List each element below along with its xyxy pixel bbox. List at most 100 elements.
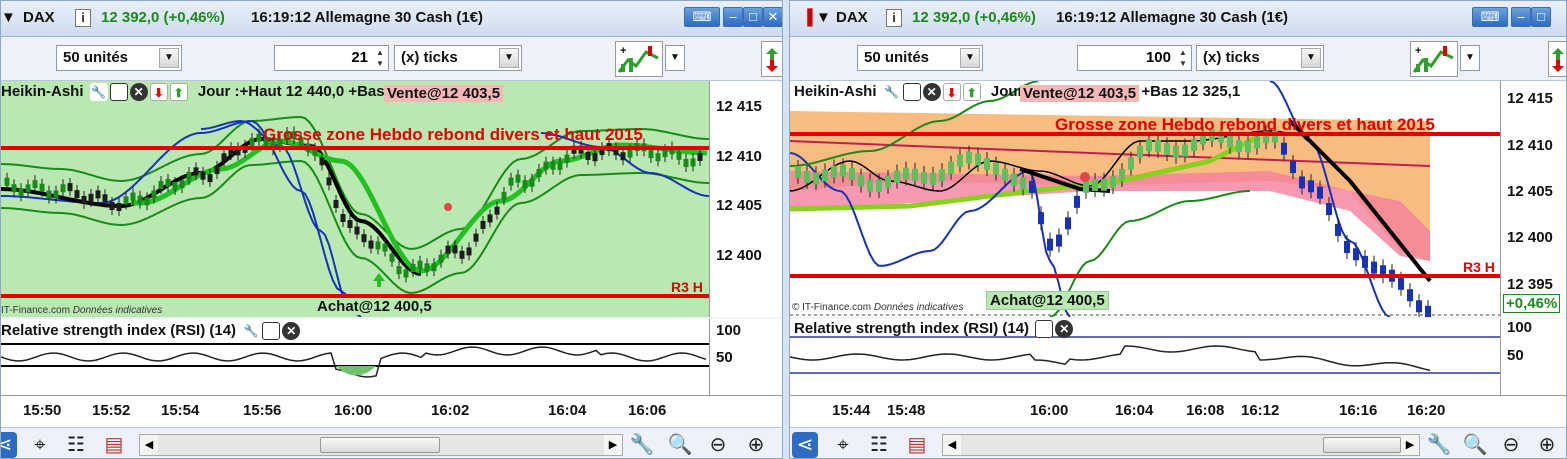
chevron-down-icon[interactable]: ▼ (1301, 48, 1321, 68)
arrow-down-icon[interactable]: ⬇ (149, 83, 168, 102)
bottom-toolbar: ⋖ ⌖ ☷ ▤ ◀ ▶ 🔧 🔍 ⊖ ⊕ (1, 427, 782, 458)
window-icon[interactable] (109, 83, 128, 102)
chevron-down-icon[interactable]: ▼ (499, 48, 519, 68)
time-tick: 15:44 (832, 402, 871, 419)
chart-tools-icon[interactable]: + (1410, 41, 1458, 77)
remove-icon[interactable]: ✕ (129, 83, 148, 102)
candle-body (256, 133, 262, 142)
candle-body (340, 214, 346, 223)
time-axis[interactable]: 15:50 15:52 15:54 15:56 16:00 16:02 16:0… (1, 395, 782, 427)
price-tick: 12 410 (1507, 137, 1553, 154)
keyboard-icon[interactable]: ⌨ (684, 7, 720, 27)
arrow-up-icon[interactable]: ⬆ (962, 83, 981, 102)
wrench-icon[interactable]: 🔧 (882, 83, 901, 102)
sync-icon[interactable] (1548, 41, 1566, 77)
arrow-up-icon[interactable]: ⬆ (169, 83, 188, 102)
list-icon[interactable]: ☷ (866, 432, 892, 458)
ticks-unit-select[interactable]: (x) ticks ▼ (394, 45, 522, 71)
chart-tools-icon[interactable]: + (615, 41, 663, 77)
share-icon[interactable]: ⋖ (1, 432, 17, 458)
zoom-in-icon[interactable]: ⊕ (743, 432, 769, 458)
candle-body (676, 151, 682, 160)
chevron-down-icon[interactable]: ▼ (665, 45, 685, 71)
wrench-icon[interactable]: 🔧 (242, 322, 261, 341)
list-icon[interactable]: ☷ (63, 432, 89, 458)
minimize-icon[interactable]: – (1511, 7, 1531, 27)
zoom-out-icon[interactable]: ⊖ (1498, 432, 1524, 458)
indicators-icon[interactable]: ▤ (101, 432, 127, 458)
scroll-left-icon[interactable]: ◀ (140, 435, 158, 455)
zoom-in-icon[interactable]: ⊕ (1534, 432, 1560, 458)
candle-body (11, 184, 17, 193)
horizontal-scrollbar[interactable]: ◀ ▶ (942, 434, 1420, 456)
zoom-fit-icon[interactable]: 🔍 (1462, 432, 1488, 458)
candle-body (648, 150, 654, 159)
info-icon[interactable]: i (75, 9, 91, 27)
candle-body (1353, 248, 1359, 261)
rsi-oversold-fill (336, 366, 376, 376)
ticks-unit-select[interactable]: (x) ticks ▼ (1196, 45, 1324, 71)
arrow-down-icon[interactable]: ⬇ (942, 83, 961, 102)
price-axis[interactable]: 12 415 12 410 12 405 12 400 (709, 81, 782, 317)
candle-body (529, 178, 535, 187)
share-icon[interactable]: ⋖ (792, 432, 818, 458)
candle-body (60, 184, 66, 193)
maximize-icon[interactable]: □ (1531, 7, 1551, 27)
candle-body (557, 161, 563, 170)
chevron-down-icon[interactable]: ▼ (960, 48, 980, 68)
wrench-icon[interactable]: 🔧 (1426, 432, 1452, 458)
chevron-down-icon[interactable]: ▼ (159, 48, 179, 68)
maximize-icon[interactable]: □ (743, 7, 763, 27)
candle-body (1326, 203, 1332, 216)
scroll-left-icon[interactable]: ◀ (943, 435, 961, 455)
spin-icon[interactable]: ▲ ▼ (1176, 47, 1190, 69)
window-icon[interactable] (902, 83, 921, 102)
horizontal-scrollbar[interactable]: ◀ ▶ (139, 434, 623, 456)
remove-icon[interactable]: ✕ (922, 83, 941, 102)
ticks-input[interactable]: 100 ▲ ▼ (1077, 45, 1192, 71)
time-tick: 16:08 (1186, 402, 1225, 419)
scroll-thumb[interactable] (320, 437, 440, 453)
sync-icon[interactable] (761, 41, 782, 77)
candle-body (46, 190, 52, 199)
wrench-icon[interactable]: 🔧 (629, 432, 655, 458)
window-icon[interactable] (1035, 320, 1054, 339)
candle-body (966, 151, 972, 164)
candle-body (1092, 179, 1098, 192)
scroll-right-icon[interactable]: ▶ (1401, 435, 1419, 455)
info-icon[interactable]: i (886, 9, 902, 27)
rsi-legend: Relative strength index (RSI) (14) 🔧 ✕ (1, 322, 301, 344)
candle-body (165, 178, 171, 187)
menu-arrow[interactable]: ▼ (816, 9, 831, 26)
units-select[interactable]: 50 unités ▼ (857, 45, 983, 71)
remove-icon[interactable]: ✕ (1055, 320, 1074, 339)
candle-body (1290, 161, 1296, 174)
units-select[interactable]: 50 unités ▼ (56, 45, 182, 71)
time-axis[interactable]: 15:44 15:48 16:00 16:04 16:08 16:12 16:1… (790, 395, 1566, 427)
window-icon[interactable] (262, 322, 281, 341)
menu-arrow[interactable]: ▼ (1, 9, 16, 26)
cursor-icon[interactable]: ⌖ (830, 432, 856, 458)
cursor-icon[interactable]: ⌖ (27, 432, 53, 458)
candle-body (389, 253, 395, 262)
time-tick: 16:16 (1339, 402, 1378, 419)
price-axis[interactable]: 12 415 12 410 12 405 12 400 12 395 +0,46… (1500, 81, 1566, 317)
minimize-icon[interactable]: – (723, 7, 743, 27)
candle-body (1191, 139, 1197, 152)
remove-icon[interactable]: ✕ (282, 322, 301, 341)
zoom-fit-icon[interactable]: 🔍 (667, 432, 693, 458)
svg-text:+: + (620, 45, 626, 57)
indicators-icon[interactable]: ▤ (904, 432, 930, 458)
candle-body (903, 167, 909, 180)
scroll-right-icon[interactable]: ▶ (604, 435, 622, 455)
chevron-down-icon[interactable]: ▼ (1460, 45, 1480, 71)
close-icon[interactable]: ✕ (763, 7, 782, 27)
scroll-thumb[interactable] (1323, 437, 1401, 453)
spin-icon[interactable]: ▲ ▼ (373, 47, 387, 69)
keyboard-icon[interactable]: ⌨ (1472, 7, 1508, 27)
wrench-icon[interactable]: 🔧 (89, 83, 108, 102)
price-chart[interactable] (1, 81, 709, 317)
ticks-unit-value: (x) ticks (1203, 49, 1260, 66)
zoom-out-icon[interactable]: ⊖ (705, 432, 731, 458)
ticks-input[interactable]: 21 ▲ ▼ (274, 45, 389, 71)
